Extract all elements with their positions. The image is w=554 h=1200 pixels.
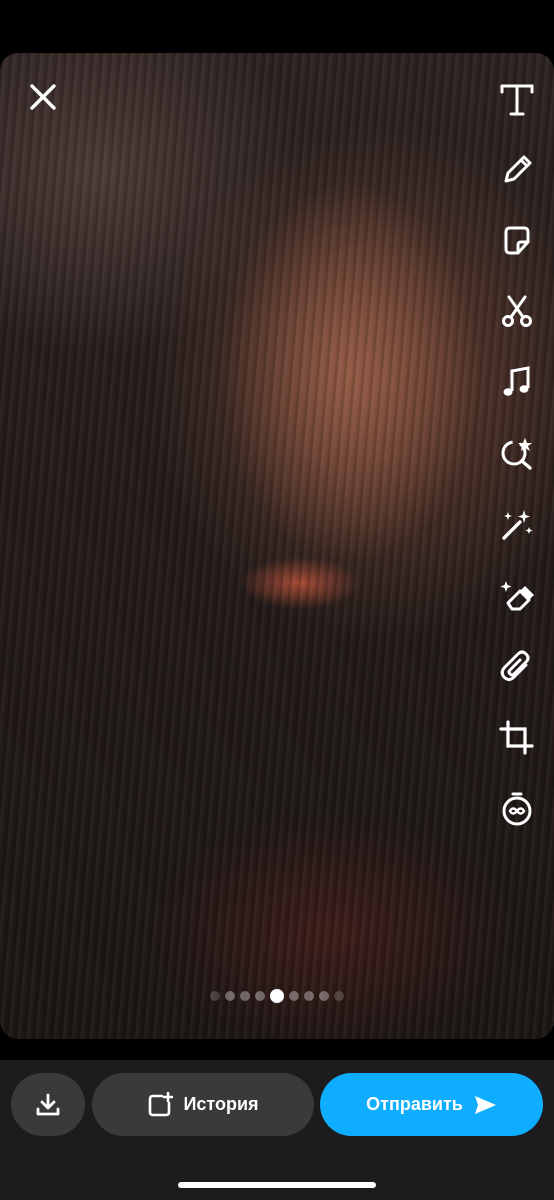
paperclip-icon (500, 650, 530, 681)
snap-preview[interactable] (0, 53, 554, 1039)
magic-tool-button[interactable] (494, 502, 540, 548)
music-tool-button[interactable] (494, 360, 540, 406)
crop-icon (499, 720, 534, 755)
magic-wand-icon (502, 510, 533, 540)
download-icon (36, 1093, 60, 1115)
page-dot (225, 991, 235, 1001)
text-tool-button[interactable] (494, 76, 540, 122)
lens-search-icon (501, 438, 532, 470)
page-dot (255, 991, 265, 1001)
send-button[interactable]: Отправить (320, 1073, 543, 1136)
music-icon (503, 366, 530, 396)
page-indicator (0, 989, 554, 1003)
send-button-label: Отправить (366, 1094, 463, 1114)
editing-toolbar (494, 76, 540, 857)
home-indicator[interactable] (178, 1182, 376, 1188)
page-dot (210, 991, 220, 1001)
page-dot (334, 991, 344, 1001)
story-button[interactable]: История (92, 1073, 314, 1136)
eraser-icon (500, 581, 534, 611)
lens-search-button[interactable] (494, 431, 540, 477)
story-button-label: История (183, 1094, 259, 1114)
text-icon (500, 84, 534, 116)
eraser-tool-button[interactable] (494, 573, 540, 619)
scissors-icon (502, 295, 532, 327)
photo-texture (0, 53, 554, 1039)
timer-tool-button[interactable] (494, 786, 540, 832)
draw-tool-button[interactable] (494, 147, 540, 193)
close-button[interactable] (22, 76, 64, 118)
crop-tool-button[interactable] (494, 715, 540, 761)
timer-icon (502, 792, 532, 826)
attach-link-button[interactable] (494, 644, 540, 690)
add-story-icon (149, 1091, 174, 1116)
page-dot (319, 991, 329, 1001)
sticker-tool-button[interactable] (494, 218, 540, 264)
close-icon (30, 84, 56, 110)
sticker-icon (504, 226, 530, 255)
page-dot (289, 991, 299, 1001)
pencil-icon (504, 155, 532, 183)
page-dot (304, 991, 314, 1001)
page-dot-active (270, 989, 284, 1003)
save-button[interactable] (11, 1073, 85, 1136)
page-dot (240, 991, 250, 1001)
send-arrow-icon (474, 1095, 496, 1114)
scissors-tool-button[interactable] (494, 289, 540, 335)
